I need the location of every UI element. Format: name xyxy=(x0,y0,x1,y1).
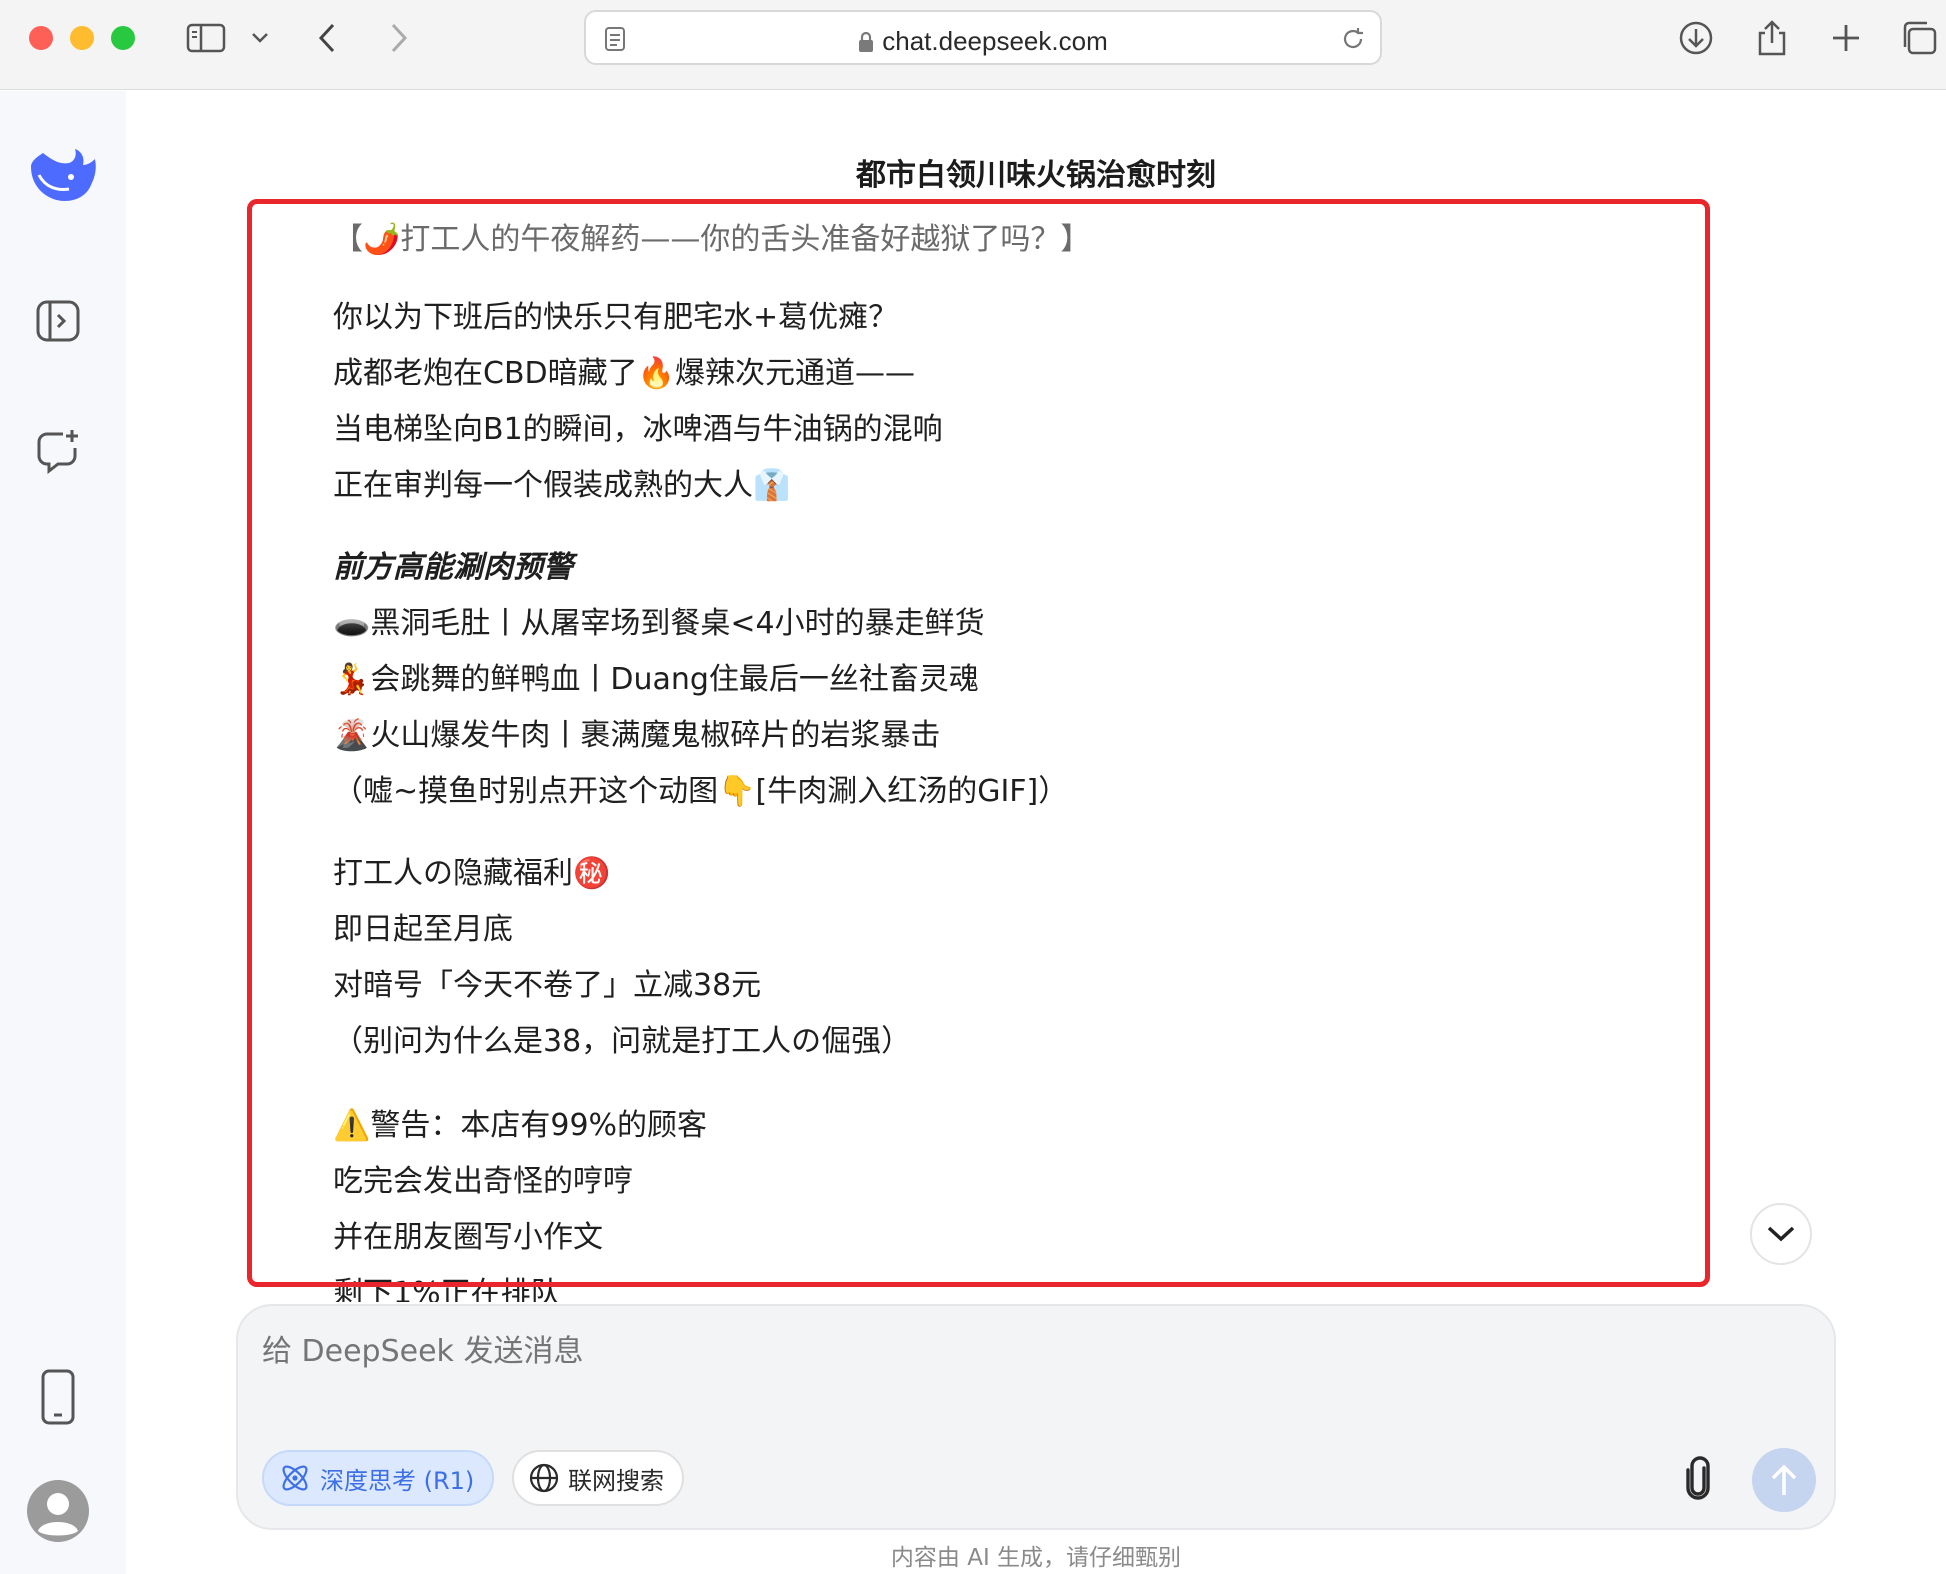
sidebar-expand-icon xyxy=(36,300,80,342)
downloads-button[interactable] xyxy=(1676,20,1716,56)
chevron-left-icon xyxy=(318,23,335,53)
plus-icon xyxy=(1833,25,1859,51)
deep-think-toggle[interactable]: 深度思考 (R1) xyxy=(262,1450,495,1506)
forward-button[interactable] xyxy=(384,20,414,56)
user-avatar-button[interactable] xyxy=(26,1479,90,1543)
message-line: 你以为下班后的快乐只有肥宅水+葛优瘫？ xyxy=(333,300,899,335)
send-button[interactable] xyxy=(1752,1448,1816,1512)
tab-overview-button[interactable] xyxy=(1898,20,1940,56)
whale-logo-icon xyxy=(31,149,96,201)
message-line: 【🌶️打工人的午夜解药——你的舌头准备好越狱了吗？】 xyxy=(333,222,1091,257)
deepseek-logo[interactable] xyxy=(22,135,102,215)
chevron-down-icon xyxy=(1767,1226,1795,1242)
message-line: 剩下1%正在排队 xyxy=(333,1276,561,1302)
web-search-label: 联网搜索 xyxy=(568,1466,664,1495)
message-input[interactable] xyxy=(262,1326,1802,1426)
new-tab-button[interactable] xyxy=(1826,20,1866,56)
attach-file-button[interactable] xyxy=(1674,1454,1724,1504)
close-window-button[interactable] xyxy=(29,26,53,50)
new-chat-icon xyxy=(37,430,78,474)
tabs-icon xyxy=(1903,21,1937,55)
chat-title: 都市白领川味火锅治愈时刻 xyxy=(856,158,1216,193)
message-line: 即日起至月底 xyxy=(333,912,513,947)
share-icon xyxy=(1758,20,1786,56)
minimize-window-button[interactable] xyxy=(70,26,94,50)
scroll-to-bottom-button[interactable] xyxy=(1750,1203,1812,1265)
message-line: 并在朋友圈写小作文 xyxy=(333,1220,603,1255)
deep-think-label: 深度思考 (R1) xyxy=(320,1466,475,1495)
zoom-window-button[interactable] xyxy=(111,26,135,50)
reload-icon[interactable] xyxy=(1340,26,1366,52)
mobile-phone-icon xyxy=(41,1369,75,1425)
sidebar-toggle-button[interactable] xyxy=(184,20,228,56)
message-line: 🕳️黑洞毛肚丨从屠宰场到餐桌<4小时的暴走鲜货 xyxy=(333,606,985,641)
message-line: 吃完会发出奇怪的哼哼 xyxy=(333,1164,633,1199)
arrow-up-icon xyxy=(1771,1464,1797,1495)
sidebar xyxy=(0,91,126,1574)
tab-group-dropdown-button[interactable] xyxy=(248,20,272,56)
open-sidebar-button[interactable] xyxy=(34,297,82,345)
atom-icon xyxy=(282,1465,308,1491)
browser-toolbar: chat.deepseek.com xyxy=(0,0,1946,90)
message-line: 正在审判每一个假装成熟的大人👔 xyxy=(333,468,791,503)
message-line: 🌋火山爆发牛肉丨裹满魔鬼椒碎片的岩浆暴击 xyxy=(333,718,941,753)
message-line: 💃会跳舞的鲜鸭血丨Duang住最后一丝社畜灵魂 xyxy=(333,662,979,697)
message-line: 打工人の隐藏福利㊙️ xyxy=(333,856,611,891)
get-app-button[interactable] xyxy=(36,1367,80,1427)
chevron-down-icon xyxy=(252,33,268,43)
avatar-icon xyxy=(27,1480,89,1542)
chevron-right-icon xyxy=(391,23,408,53)
message-composer: 深度思考 (R1) 联网搜索 xyxy=(236,1304,1836,1530)
lock-icon xyxy=(859,31,874,52)
back-button[interactable] xyxy=(312,20,342,56)
message-line: 成都老炮在CBD暗藏了🔥爆辣次元通道—— xyxy=(333,356,915,391)
globe-icon xyxy=(529,1463,559,1493)
message-line: （别问为什么是38，问就是打工人の倔强） xyxy=(333,1024,912,1059)
share-button[interactable] xyxy=(1752,20,1792,56)
message-line: 对暗号「今天不卷了」立减38元 xyxy=(333,968,762,1003)
new-chat-button[interactable] xyxy=(34,427,82,475)
message-line: （嘘~摸鱼时别点开这个动图👇[牛肉涮入红汤的GIF]） xyxy=(333,774,1069,809)
ai-disclaimer: 内容由 AI 生成，请仔细甄别 xyxy=(890,1545,1182,1571)
paperclip-icon xyxy=(1686,1456,1710,1500)
web-search-toggle[interactable]: 联网搜索 xyxy=(512,1450,684,1506)
url-text: chat.deepseek.com xyxy=(882,26,1108,56)
download-icon xyxy=(1679,21,1713,55)
address-bar[interactable]: chat.deepseek.com xyxy=(584,10,1382,65)
sidebar-icon xyxy=(186,23,226,53)
assistant-message: 【🌶️打工人的午夜解药——你的舌头准备好越狱了吗？】 你以为下班后的快乐只有肥宅… xyxy=(333,212,1633,1302)
message-line: ⚠️警告：本店有99%的顾客 xyxy=(333,1108,708,1143)
section-heading: 前方高能涮肉预警 xyxy=(333,550,573,585)
message-line: 当电梯坠向B1的瞬间，冰啤酒与牛油锅的混响 xyxy=(333,412,943,447)
